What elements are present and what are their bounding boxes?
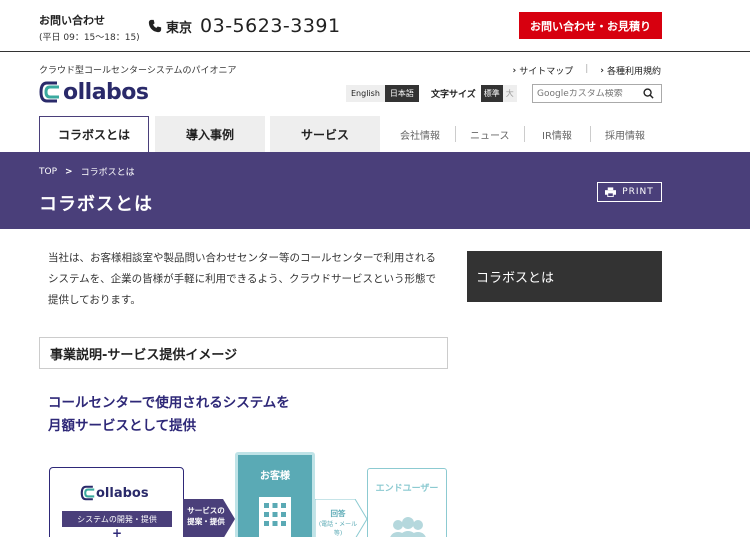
diagram-arrow1-line: サービスの [187,506,225,515]
section-heading: 事業説明-サービス提供イメージ [39,337,448,369]
print-button[interactable]: PRINT [597,182,662,202]
divider: | [585,64,589,74]
people-icon [390,517,426,537]
lead-line: コールセンターで使用されるシステムを [48,395,290,411]
breadcrumb-current: コラボスとは [80,168,135,178]
nav-tab-cases[interactable]: 導入事例 [155,116,265,152]
diagram-logo-text: ollabos [96,485,149,501]
nav-sub-company[interactable]: 会社情報 [400,116,440,152]
divider [590,126,591,142]
diagram-arrow1-line: 提案・提供 [187,517,225,526]
contact-quote-button[interactable]: お問い合わせ・お見積り [519,12,662,39]
chevron-right-icon: > [65,166,73,177]
search-input[interactable] [533,88,643,99]
contact-label: お問い合わせ [39,14,105,27]
search-box [532,84,662,103]
phone-number-block[interactable]: 東京 03-5623-3391 [148,15,341,37]
intro-line: 提供しております。 [48,294,141,306]
print-label: PRINT [622,187,654,197]
breadcrumb: TOP > コラボスとは [39,165,135,179]
collabos-logo-mark [80,485,95,501]
page-title-band: TOP > コラボスとは コラボスとは PRINT [0,152,750,229]
page-title: コラボスとは [39,194,153,215]
diagram-enduser-label: エンドユーザー [375,484,439,494]
collabos-logo[interactable]: ollabos [39,79,149,105]
nav-sub-ir[interactable]: IR情報 [542,116,572,152]
font-size-label: 文字サイズ [431,90,476,100]
nav-tab-services[interactable]: サービス [270,116,380,152]
diagram-arrow2-label: 回答 [330,509,346,518]
util-link-terms[interactable]: › 各種利用規約 [600,64,661,78]
nav-tab-about[interactable]: コラボスとは [39,116,149,152]
diagram-collabos-box: ollabos システムの開発・提供 + [49,467,184,537]
diagram-arrow1-label: サービスの 提案・提供 [185,505,227,527]
diagram-client-box: お客様 [235,452,315,537]
font-size-large-button[interactable]: 大 [502,85,517,102]
lang-english-button[interactable]: English [346,85,385,102]
intro-line: システムを、企業の皆様が手軽に利用できるよう、クラウドサービスという形態で [48,273,436,285]
printer-icon [605,187,617,197]
language-switcher: English 日本語 [346,85,419,102]
util-link-label: サイトマップ [519,67,574,77]
collabos-logo-mark [39,81,59,103]
phone-area: 東京 [166,20,193,36]
search-icon[interactable] [643,88,654,99]
phone-icon [148,19,162,33]
font-size-switcher: 文字サイズ 標準 大 [431,85,517,102]
lead-heading: コールセンターで使用されるシステムを 月額サービスとして提供 [48,392,290,438]
intro-line: 当社は、お客様相談室や製品問い合わせセンター等のコールセンターで利用される [48,252,436,264]
diagram-arrow2-sublabel: (電話・メール等) [318,521,358,537]
font-size-standard-button[interactable]: 標準 [480,85,503,102]
diagram-logo: ollabos [80,484,149,502]
divider [524,126,525,142]
nav-sub-recruit[interactable]: 採用情報 [605,116,645,152]
diagram-plus: + [112,526,123,537]
logo-text: ollabos [63,79,149,105]
tagline: クラウド型コールセンターシステムのパイオニア [39,66,237,76]
util-link-sitemap[interactable]: › サイトマップ [512,64,574,78]
contact-hours: (平日 09：15〜18：15) [39,33,140,43]
util-link-label: 各種利用規約 [606,67,661,77]
divider [455,126,456,142]
intro-paragraph: 当社は、お客様相談室や製品問い合わせセンター等のコールセンターで利用される シス… [48,248,443,311]
diagram-enduser-box: エンドユーザー [367,468,447,537]
nav-sub-news[interactable]: ニュース [470,116,510,152]
phone-number: 03-5623-3391 [200,15,341,37]
side-nav-about[interactable]: コラボスとは [467,251,662,302]
utility-links: › サイトマップ | › 各種利用規約 [512,64,661,77]
lead-line: 月額サービスとして提供 [48,418,197,434]
chevron-right-icon: › [600,65,604,76]
top-contact-bar: お問い合わせ (平日 09：15〜18：15) 東京 03-5623-3391 … [0,0,750,52]
diagram-dev-label: システムの開発・提供 [62,511,172,527]
chevron-right-icon: › [512,65,517,76]
building-icon [259,497,291,537]
breadcrumb-top-link[interactable]: TOP [39,167,57,177]
diagram-client-label: お客様 [260,471,290,482]
lang-japanese-button[interactable]: 日本語 [384,85,419,102]
